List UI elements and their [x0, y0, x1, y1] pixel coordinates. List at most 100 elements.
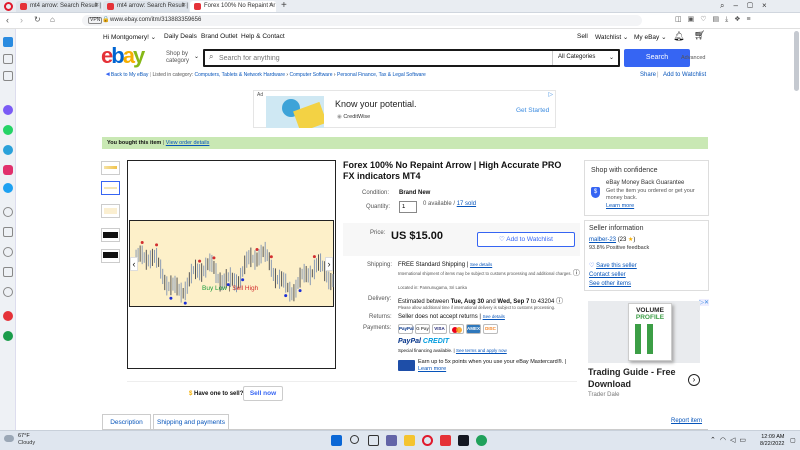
- report-item-link[interactable]: Report item: [671, 418, 702, 424]
- clock[interactable]: 12:09 AM 8/22/2022: [760, 434, 784, 448]
- vpn-badge[interactable]: VPN: [88, 17, 103, 24]
- crumb-computers[interactable]: Computers, Tablets & Network Hardware: [195, 72, 286, 78]
- camera-icon[interactable]: ◫: [675, 16, 688, 23]
- tab-description[interactable]: Description: [102, 414, 151, 430]
- ebay-logo[interactable]: ebay: [101, 43, 145, 69]
- thumbnail-5[interactable]: [101, 249, 120, 263]
- view-order-details-link[interactable]: View order details: [166, 140, 210, 146]
- maximize-icon[interactable]: ▢: [747, 1, 762, 10]
- speed-dial-icon[interactable]: [3, 37, 13, 47]
- sold-link[interactable]: 17 sold: [457, 201, 476, 207]
- trading-guide-ad[interactable]: ▷✕ VOLUME PROFILE Trading Guide - Free Do…: [584, 299, 709, 430]
- chevron-up-icon[interactable]: ⌃: [710, 437, 720, 444]
- page-scrollbar[interactable]: [794, 31, 799, 91]
- seller-name-link[interactable]: malber-23: [589, 237, 616, 243]
- close-icon[interactable]: ×: [95, 2, 99, 9]
- save-seller[interactable]: ♡ Save this seller: [589, 262, 637, 269]
- minimize-icon[interactable]: –: [733, 1, 746, 10]
- learn-more-link[interactable]: Learn more: [418, 366, 446, 372]
- flow-icon[interactable]: [3, 54, 13, 64]
- help-contact-link[interactable]: Help & Contact: [241, 33, 285, 40]
- pdf-icon[interactable]: [440, 435, 451, 446]
- shipping-see-details-link[interactable]: See details: [470, 262, 492, 267]
- contact-seller-link[interactable]: Contact seller: [589, 272, 626, 278]
- twitter-icon[interactable]: [3, 183, 13, 193]
- telegram-icon[interactable]: [3, 145, 13, 155]
- search-icon[interactable]: [350, 435, 359, 444]
- bell-icon[interactable]: 🔔︎: [673, 31, 684, 42]
- info-icon[interactable]: ⓘ: [573, 270, 580, 277]
- info-icon[interactable]: ⓘ: [556, 298, 563, 305]
- guarantee-learn-more-link[interactable]: Learn more: [606, 203, 634, 209]
- cart-icon[interactable]: 🛒︎: [694, 30, 705, 41]
- messenger-icon[interactable]: [3, 105, 13, 115]
- search-input[interactable]: [219, 52, 539, 64]
- thumbnail-3[interactable]: [101, 204, 120, 218]
- thumbnail-1[interactable]: [101, 161, 120, 175]
- tab-shipping-payments[interactable]: Shipping and payments: [153, 414, 229, 430]
- browser-tab-2[interactable]: mt4 arrow: Search Result | ×: [103, 1, 189, 12]
- close-icon[interactable]: ×: [182, 2, 186, 9]
- back-icon[interactable]: ‹: [6, 15, 9, 25]
- add-to-watchlist-link[interactable]: Add to Watchlist: [663, 72, 706, 78]
- close-window-icon[interactable]: ×: [762, 1, 776, 10]
- whatsapp-icon[interactable]: [3, 125, 13, 135]
- creditwise-ad[interactable]: Ad ▷ Know your potential. ◉ CreditWise G…: [253, 90, 556, 128]
- battery-icon[interactable]: ▭: [739, 437, 750, 444]
- next-image-button[interactable]: ›: [325, 257, 333, 271]
- see-terms-link[interactable]: See terms and apply now: [456, 348, 507, 353]
- player-icon[interactable]: [3, 227, 13, 237]
- file-explorer-icon[interactable]: [404, 435, 415, 446]
- home-icon[interactable]: ⌂: [50, 15, 55, 24]
- watchlist-link[interactable]: Watchlist ⌄: [595, 33, 628, 41]
- forward-icon[interactable]: ›: [20, 15, 23, 25]
- share-link[interactable]: Share: [640, 72, 656, 78]
- wifi-icon[interactable]: ◠: [720, 437, 730, 444]
- crumb-finance[interactable]: Personal Finance, Tax & Legal Software: [337, 72, 426, 78]
- home-icon[interactable]: [3, 71, 13, 81]
- tradingview-icon[interactable]: [458, 435, 469, 446]
- browser-tab-3[interactable]: Forex 100% No Repaint Ar ×: [190, 1, 276, 12]
- crumb-software[interactable]: Computer Software: [289, 72, 332, 78]
- sell-link[interactable]: Sell: [577, 33, 588, 40]
- ad-info-icon[interactable]: ▷: [548, 91, 553, 98]
- get-started-link[interactable]: Get Started: [516, 107, 549, 114]
- see-other-items-link[interactable]: See other items: [589, 281, 631, 287]
- weather-widget[interactable]: 67°F Cloudy: [4, 433, 35, 447]
- advanced-search-link[interactable]: Advanced: [681, 55, 705, 61]
- settings-icon[interactable]: [3, 287, 13, 297]
- chat-icon[interactable]: [386, 435, 397, 446]
- download-icon[interactable]: ⤓: [725, 16, 734, 23]
- add-to-watchlist-button[interactable]: ♡ Add to Watchlist: [477, 232, 575, 247]
- thumbnail-2[interactable]: [101, 181, 120, 195]
- returns-see-details-link[interactable]: See details: [483, 314, 505, 319]
- menu-icon[interactable]: ≡: [747, 16, 757, 23]
- my-ebay-link[interactable]: My eBay ⌄: [634, 33, 667, 41]
- easy-setup-icon[interactable]: [3, 311, 13, 321]
- ad-info-icon[interactable]: ▷✕: [699, 299, 709, 306]
- snapshot-icon[interactable]: ▣: [688, 16, 701, 23]
- heart-icon[interactable]: ♡: [700, 16, 712, 23]
- brand-outlet-link[interactable]: Brand Outlet: [201, 33, 238, 40]
- quantity-input[interactable]: [399, 201, 417, 213]
- sell-now-button[interactable]: Sell now: [243, 386, 283, 401]
- sidebar-extension-icon[interactable]: [3, 331, 13, 341]
- clock-icon[interactable]: [3, 207, 13, 217]
- prev-image-button[interactable]: ‹: [130, 257, 138, 271]
- volume-icon[interactable]: ◁: [730, 437, 739, 444]
- back-to-my-ebay-link[interactable]: Back to My eBay: [111, 72, 149, 78]
- opera-logo-icon[interactable]: [4, 2, 13, 11]
- app-green-icon[interactable]: [476, 435, 487, 446]
- pinboard-icon[interactable]: [3, 267, 13, 277]
- new-tab-button[interactable]: +: [281, 0, 287, 11]
- ad-arrow-button[interactable]: ›: [688, 374, 700, 386]
- notification-icon[interactable]: ▢: [790, 437, 796, 444]
- search-tabs-icon[interactable]: ⌕: [720, 1, 733, 10]
- browser-tab-1[interactable]: mt4 arrow: Search Result | ×: [16, 1, 102, 12]
- opera-taskbar-icon[interactable]: [422, 435, 433, 446]
- url-field[interactable]: VPN 🔒 www.ebay.com/itm/313883359656: [82, 15, 642, 26]
- instagram-icon[interactable]: [3, 165, 13, 175]
- reload-icon[interactable]: ↻: [34, 15, 41, 24]
- windows-start-icon[interactable]: [331, 435, 342, 446]
- extensions-icon[interactable]: ❖: [734, 16, 746, 23]
